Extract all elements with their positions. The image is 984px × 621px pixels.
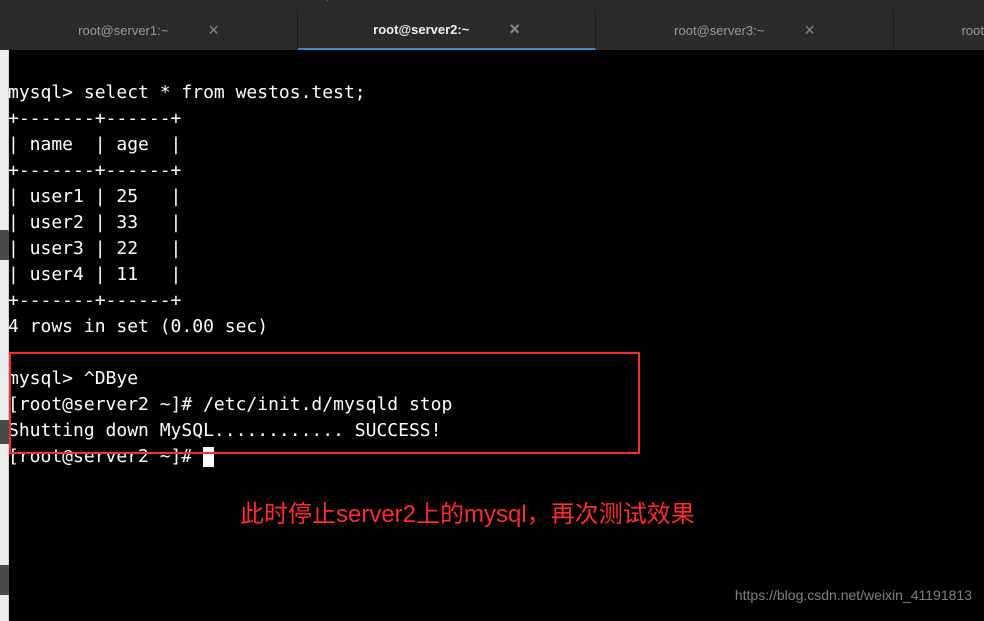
left-crop-artifact <box>0 50 9 621</box>
annotation-text: 此时停止server2上的mysql，再次测试效果 <box>240 494 695 529</box>
terminal-line: 4 rows in set (0.00 sec) <box>8 316 268 337</box>
tab-label: root <box>962 23 984 38</box>
terminal-line: | user1 | 25 | <box>8 186 181 207</box>
terminal-line: mysql> select * from westos.test; <box>8 82 366 103</box>
watermark: https://blog.csdn.net/weixin_41191813 <box>735 587 972 603</box>
menu-bar: File Edit View Search Terminal Tabs Help <box>0 0 984 10</box>
tab-label: root@server2:~ <box>373 22 469 37</box>
terminal-line: +-------+------+ <box>8 290 181 311</box>
tab-overflow[interactable]: root <box>894 10 984 50</box>
terminal-line: | user2 | 33 | <box>8 212 181 233</box>
tab-bar: root@server1:~ × root@server2:~ × root@s… <box>0 10 984 50</box>
cursor-icon <box>203 447 214 467</box>
tab-label: root@server3:~ <box>674 23 764 38</box>
artifact-segment <box>0 565 9 595</box>
tab-server1[interactable]: root@server1:~ × <box>0 10 298 50</box>
terminal-line: Shutting down MySQL............ SUCCESS! <box>8 420 441 441</box>
terminal-line: [root@server2 ~]# /etc/init.d/mysqld sto… <box>8 394 452 415</box>
terminal-line: | user3 | 22 | <box>8 238 181 259</box>
close-icon[interactable]: × <box>509 20 520 38</box>
artifact-segment <box>0 230 9 260</box>
close-icon[interactable]: × <box>208 21 219 39</box>
terminal-line: [root@server2 ~]# <box>8 446 214 467</box>
terminal-line: mysql> ^DBye <box>8 368 138 389</box>
terminal-line: +-------+------+ <box>8 108 181 129</box>
tab-label: root@server1:~ <box>78 23 168 38</box>
tab-server2[interactable]: root@server2:~ × <box>298 10 596 50</box>
terminal-line: | name | age | <box>8 134 181 155</box>
terminal-output[interactable]: mysql> select * from westos.test; +-----… <box>0 50 984 474</box>
tab-server3[interactable]: root@server3:~ × <box>596 10 894 50</box>
artifact-segment <box>0 420 9 444</box>
terminal-line: +-------+------+ <box>8 160 181 181</box>
close-icon[interactable]: × <box>804 21 815 39</box>
terminal-line: | user4 | 11 | <box>8 264 181 285</box>
